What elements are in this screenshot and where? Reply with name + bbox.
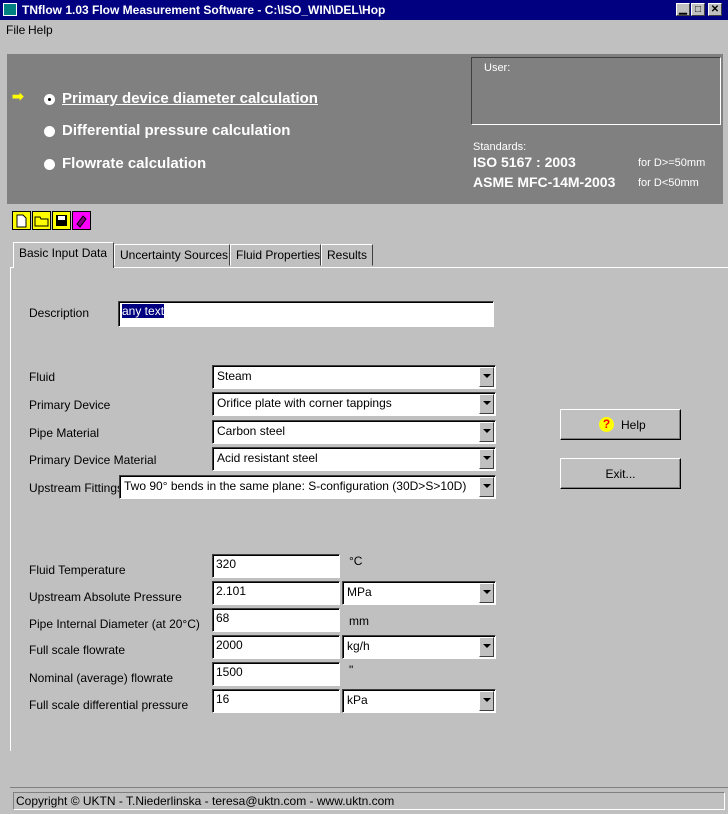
pressure-unit-select[interactable]: MPa	[342, 581, 496, 605]
menu-bar: File Help	[0, 20, 728, 40]
close-button[interactable]: ✕	[708, 3, 722, 16]
standards-label: Standards:	[473, 141, 527, 153]
nominal-flowrate-unit: "	[349, 663, 354, 677]
chevron-down-icon[interactable]	[479, 477, 494, 497]
flowrate-unit-select[interactable]: kg/h	[342, 635, 496, 659]
upstream-fittings-label: Upstream Fittings	[29, 481, 124, 495]
full-scale-flowrate-input[interactable]: 2000	[212, 635, 340, 659]
upstream-pressure-label: Upstream Absolute Pressure	[29, 590, 182, 604]
fluid-temperature-label: Fluid Temperature	[29, 563, 126, 577]
exit-button[interactable]: Exit...	[560, 458, 681, 489]
title-bar[interactable]: TNflow 1.03 Flow Measurement Software - …	[0, 0, 728, 20]
pipe-diameter-input[interactable]: 68	[212, 608, 340, 632]
pipe-diameter-label: Pipe Internal Diameter (at 20°C)	[29, 617, 200, 631]
app-icon	[3, 3, 17, 16]
primary-device-material-select[interactable]: Acid resistant steel	[212, 447, 496, 471]
upstream-fittings-value: Two 90° bends in the same plane: S-confi…	[124, 479, 467, 493]
radio-diameter-calc[interactable]	[44, 94, 55, 105]
full-scale-dp-input[interactable]: 16	[212, 689, 340, 713]
chevron-down-icon[interactable]	[479, 367, 494, 387]
maximize-button[interactable]: □	[691, 3, 705, 16]
fluid-value: Steam	[217, 369, 252, 383]
help-button-label: Help	[621, 418, 646, 432]
standard-iso-note: for D>=50mm	[638, 157, 706, 169]
fluid-select[interactable]: Steam	[212, 365, 496, 389]
dp-unit-value: kPa	[347, 693, 368, 707]
upstream-pressure-input[interactable]: 2.101	[212, 581, 340, 605]
help-button[interactable]: ? Help	[560, 409, 681, 440]
nominal-flowrate-input[interactable]: 1500	[212, 662, 340, 686]
full-scale-dp-label: Full scale differential pressure	[29, 698, 189, 712]
chevron-down-icon[interactable]	[479, 691, 494, 711]
window-title: TNflow 1.03 Flow Measurement Software - …	[22, 3, 386, 17]
user-box: User:	[471, 57, 721, 125]
primary-device-value: Orifice plate with corner tappings	[217, 396, 392, 410]
chevron-down-icon[interactable]	[479, 449, 494, 469]
status-panel: Copyright © UKTN - T.Niederlinska - tere…	[13, 792, 725, 810]
radio-flowrate-calc[interactable]	[44, 159, 55, 170]
chevron-down-icon[interactable]	[479, 637, 494, 657]
tab-basic-input-data[interactable]: Basic Input Data	[13, 242, 114, 268]
status-text: Copyright © UKTN - T.Niederlinska - tere…	[16, 794, 395, 808]
chevron-down-icon[interactable]	[479, 394, 494, 414]
fluid-temperature-unit: °C	[349, 554, 363, 568]
chevron-down-icon[interactable]	[479, 583, 494, 603]
current-arrow-icon: ➡	[12, 88, 24, 104]
save-disk-icon[interactable]	[52, 211, 71, 230]
question-icon: ?	[599, 417, 614, 432]
option-diameter-calc[interactable]: Primary device diameter calculation	[62, 90, 318, 107]
radio-dp-calc[interactable]	[44, 126, 55, 137]
description-label: Description	[29, 306, 90, 320]
standard-asme-note: for D<50mm	[638, 177, 699, 189]
book-icon[interactable]	[72, 211, 91, 230]
option-dp-calc[interactable]: Differential pressure calculation	[62, 122, 290, 139]
standard-asme: ASME MFC-14M-2003	[473, 174, 616, 190]
tab-uncertainty-sources[interactable]: Uncertainty Sources	[114, 244, 230, 266]
primary-device-material-value: Acid resistant steel	[217, 451, 318, 465]
user-label: User:	[484, 62, 511, 74]
tab-fluid-properties[interactable]: Fluid Properties	[230, 244, 321, 266]
menu-help[interactable]: Help	[28, 23, 53, 37]
pipe-diameter-unit: mm	[349, 614, 369, 628]
new-file-icon[interactable]	[12, 211, 31, 230]
option-flowrate-calc[interactable]: Flowrate calculation	[62, 155, 206, 172]
primary-device-select[interactable]: Orifice plate with corner tappings	[212, 392, 496, 416]
chevron-down-icon[interactable]	[479, 422, 494, 442]
pipe-material-label: Pipe Material	[29, 426, 100, 440]
menu-file[interactable]: File	[6, 23, 25, 37]
status-bar: Copyright © UKTN - T.Niederlinska - tere…	[10, 787, 728, 812]
main-window: TNflow 1.03 Flow Measurement Software - …	[0, 0, 728, 814]
pressure-unit-value: MPa	[347, 585, 372, 599]
primary-device-material-label: Primary Device Material	[29, 453, 157, 467]
dp-unit-select[interactable]: kPa	[342, 689, 496, 713]
standard-iso: ISO 5167 : 2003	[473, 154, 576, 170]
description-value: any text	[122, 304, 165, 318]
full-scale-flowrate-label: Full scale flowrate	[29, 643, 126, 657]
nominal-flowrate-label: Nominal (average) flowrate	[29, 671, 174, 685]
fluid-temperature-input[interactable]: 320	[212, 554, 340, 578]
primary-device-label: Primary Device	[29, 398, 111, 412]
exit-button-label: Exit...	[605, 467, 636, 481]
open-folder-icon[interactable]	[32, 211, 51, 230]
tab-results[interactable]: Results	[321, 244, 373, 266]
description-input[interactable]: any text	[118, 301, 494, 327]
pipe-material-select[interactable]: Carbon steel	[212, 420, 496, 444]
fluid-label: Fluid	[29, 370, 56, 384]
minimize-button[interactable]: ▁	[676, 3, 690, 16]
pipe-material-value: Carbon steel	[217, 424, 286, 438]
flowrate-unit-value: kg/h	[347, 639, 370, 653]
upstream-fittings-select[interactable]: Two 90° bends in the same plane: S-confi…	[119, 475, 496, 499]
